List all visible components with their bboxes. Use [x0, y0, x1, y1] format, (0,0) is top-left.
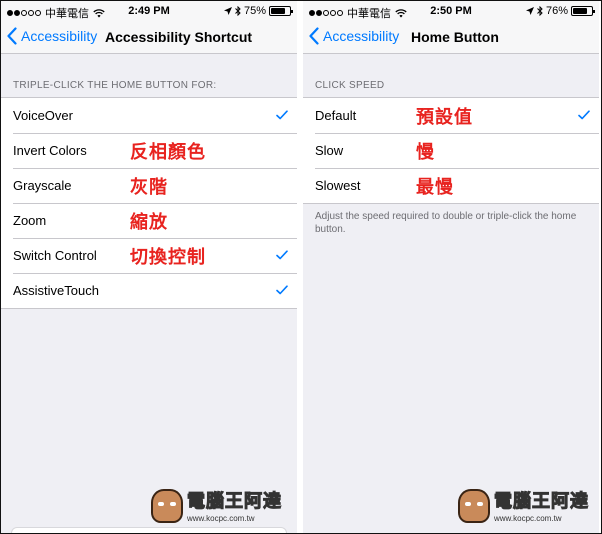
watermark-title: 電腦王阿達	[494, 491, 589, 513]
option-label: Switch Control	[13, 248, 97, 263]
shortcut-options-list: VoiceOver Invert Colors 反相顏色 Grayscale 灰…	[1, 97, 297, 309]
chevron-left-icon	[7, 27, 17, 45]
checkmark-icon	[276, 110, 288, 120]
option-assistivetouch[interactable]: AssistiveTouch	[1, 273, 297, 308]
checkmark-icon	[276, 250, 288, 260]
chinese-annotation: 反相顏色	[130, 141, 206, 163]
option-label: Slow	[315, 143, 344, 158]
mascot-logo	[151, 489, 183, 523]
option-label: Default	[315, 108, 357, 123]
section-footer: Adjust the speed required to double or t…	[315, 211, 577, 235]
watermark-url: www.kocpc.com.tw	[187, 514, 255, 523]
page-title: Home Button	[411, 29, 499, 45]
option-zoom[interactable]: Zoom 縮放	[1, 203, 297, 238]
chinese-annotation: 灰階	[130, 176, 168, 198]
chinese-annotation: 切換控制	[130, 246, 206, 268]
accessibility-shortcut-screen: 中華電信 2:49 PM 75% Accessibility Accessibi…	[1, 1, 297, 533]
location-arrow-icon	[525, 7, 534, 15]
option-label: VoiceOver	[13, 108, 73, 123]
watermark-title: 電腦王阿達	[187, 491, 282, 513]
option-label: Zoom	[13, 213, 47, 228]
back-button[interactable]: Accessibility	[7, 27, 97, 45]
battery-percent: 76%	[545, 5, 568, 17]
home-button-screen: 中華電信 2:50 PM 76% Accessibility Home Butt…	[303, 1, 599, 533]
option-voiceover[interactable]: VoiceOver	[1, 98, 297, 133]
battery-percent: 75%	[243, 5, 266, 17]
chinese-annotation: 慢	[416, 141, 435, 163]
option-label: Invert Colors	[13, 143, 87, 158]
option-label: Grayscale	[13, 178, 72, 193]
status-bar: 中華電信 2:49 PM 75%	[1, 1, 297, 21]
location-arrow-icon	[223, 7, 232, 15]
chinese-annotation: 縮放	[130, 211, 168, 233]
option-label: AssistiveTouch	[13, 283, 99, 298]
battery-icon	[269, 6, 293, 16]
back-button-label: Accessibility	[323, 28, 400, 44]
option-invert-colors[interactable]: Invert Colors 反相顏色	[1, 133, 297, 168]
click-speed-list: Default 預設值 Slow 慢 Slowest 最慢	[303, 97, 599, 204]
watermark: 電腦王阿達 www.kocpc.com.tw	[458, 487, 589, 523]
chevron-left-icon	[309, 27, 319, 45]
bluetooth-icon	[537, 6, 543, 16]
checkmark-icon	[276, 285, 288, 295]
chinese-annotation: 預設值	[416, 106, 473, 128]
watermark: 電腦王阿達 www.kocpc.com.tw	[151, 487, 282, 523]
chinese-annotation: 最慢	[416, 176, 454, 198]
section-header: CLICK SPEED	[315, 80, 385, 91]
option-slow[interactable]: Slow 慢	[303, 133, 599, 168]
navigation-bar: Accessibility Home Button	[303, 21, 599, 54]
battery-icon	[571, 6, 595, 16]
option-switch-control[interactable]: Switch Control 切換控制	[1, 238, 297, 273]
watermark-url: www.kocpc.com.tw	[494, 514, 562, 523]
screenshot-frame: 中華電信 2:49 PM 75% Accessibility Accessibi…	[0, 0, 602, 534]
navigation-bar: Accessibility Accessibility Shortcut	[1, 21, 297, 54]
option-slowest[interactable]: Slowest 最慢	[303, 168, 599, 203]
page-title: Accessibility Shortcut	[105, 29, 253, 45]
mascot-logo	[458, 489, 490, 523]
checkmark-icon	[578, 110, 590, 120]
back-button[interactable]: Accessibility	[309, 27, 399, 45]
section-header: TRIPLE-CLICK THE HOME BUTTON FOR:	[13, 80, 217, 91]
bluetooth-icon	[235, 6, 241, 16]
bottom-card-edge	[11, 527, 287, 533]
option-default[interactable]: Default 預設值	[303, 98, 599, 133]
status-bar: 中華電信 2:50 PM 76%	[303, 1, 599, 21]
option-grayscale[interactable]: Grayscale 灰階	[1, 168, 297, 203]
option-label: Slowest	[315, 178, 361, 193]
back-button-label: Accessibility	[21, 28, 98, 44]
